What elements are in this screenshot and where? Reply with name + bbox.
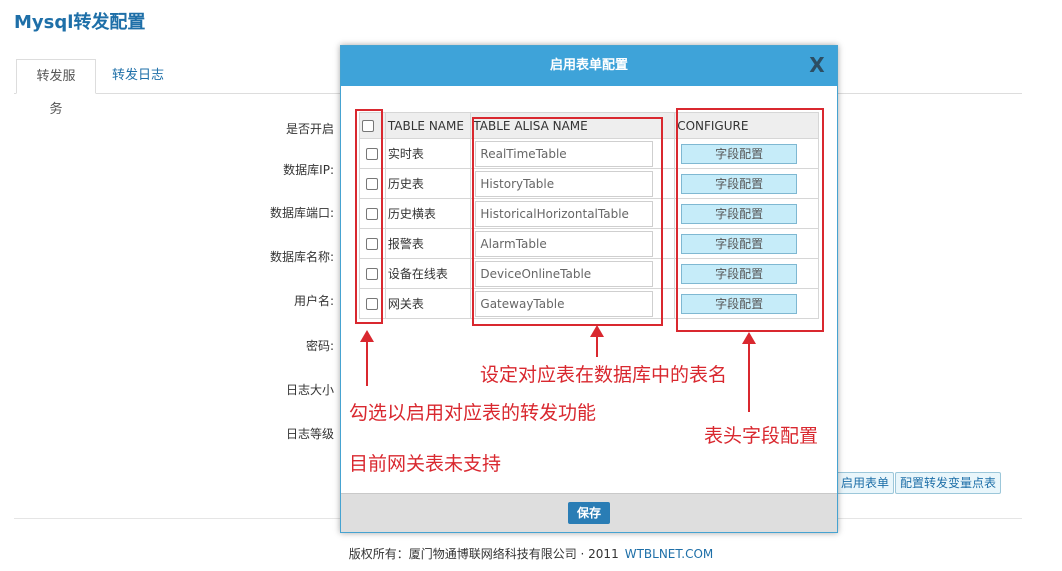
header-table-name: TABLE NAME	[384, 112, 472, 139]
footer: 版权所有：厦门物通博联网络科技有限公司 · 2011 WTBLNET.COM	[0, 545, 1062, 562]
alias-highlight-box	[472, 117, 663, 326]
label-db-ip: 数据库IP:	[283, 163, 334, 177]
alias-arrow-icon	[590, 325, 604, 357]
row-table-name: 历史表	[384, 168, 472, 199]
tab-forward-log[interactable]: 转发日志	[98, 59, 178, 92]
row-table-name: 实时表	[384, 138, 472, 169]
save-button[interactable]: 保存	[568, 502, 610, 524]
enable-table-button[interactable]: 启用表单	[836, 472, 895, 494]
modal-header: 启用表单配置 X	[341, 46, 837, 86]
config-points-button[interactable]: 配置转发变量点表	[895, 472, 1002, 494]
close-icon[interactable]: X	[807, 55, 827, 75]
row-table-name: 网关表	[384, 288, 472, 319]
gateway-note: 目前网关表未支持	[349, 453, 502, 475]
configure-note: 表头字段配置	[704, 425, 819, 447]
alias-note: 设定对应表在数据库中的表名	[480, 364, 728, 386]
label-password: 密码:	[305, 339, 334, 353]
label-username: 用户名:	[293, 294, 334, 308]
page-title: Mysql转发配置	[14, 12, 146, 33]
row-table-name: 报警表	[384, 228, 472, 259]
label-db-name: 数据库名称:	[269, 250, 334, 264]
row-table-name: 设备在线表	[384, 258, 472, 289]
checkbox-note: 勾选以启用对应表的转发功能	[349, 402, 597, 424]
modal-footer: 保存	[341, 493, 837, 532]
checkbox-arrow-icon	[360, 330, 374, 386]
checkbox-highlight-box	[355, 109, 383, 324]
label-enabled: 是否开启	[285, 122, 334, 136]
label-db-port: 数据库端口:	[269, 206, 334, 220]
row-table-name: 历史横表	[384, 198, 472, 229]
copyright-text: 版权所有：厦门物通博联网络科技有限公司 · 2011	[348, 547, 619, 561]
configure-highlight-box	[676, 108, 824, 332]
modal-title: 启用表单配置	[549, 58, 628, 73]
tab-forward-service[interactable]: 转发服务	[16, 59, 96, 117]
site-link[interactable]: WTBLNET.COM	[625, 547, 714, 561]
label-log-size: 日志大小	[285, 383, 334, 397]
configure-arrow-icon	[742, 332, 756, 412]
label-log-level: 日志等级	[285, 427, 334, 441]
